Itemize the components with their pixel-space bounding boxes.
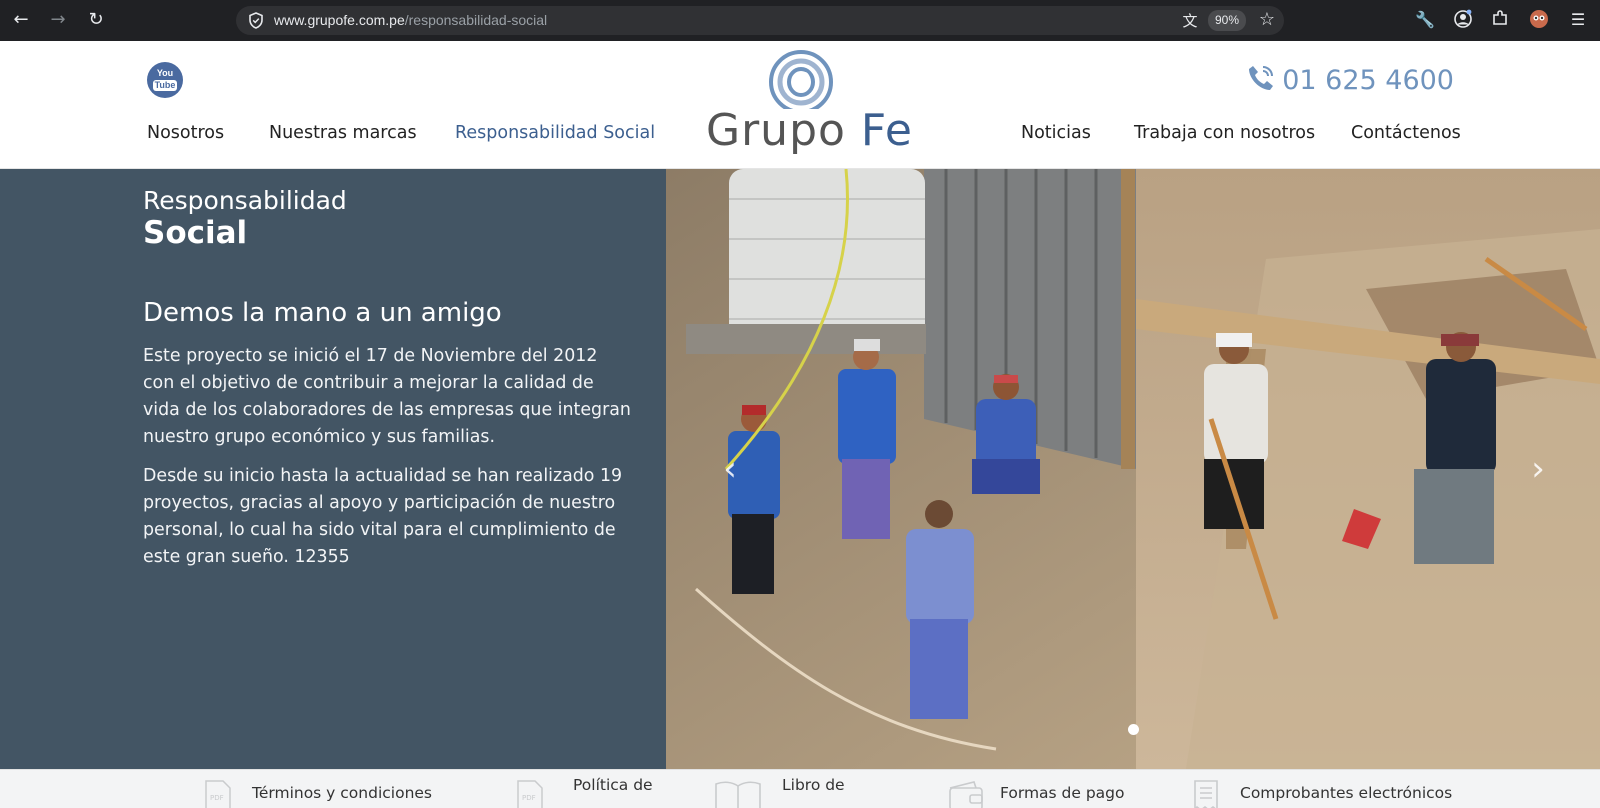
grupo-fe-logo[interactable]: Grupo Fe [706, 49, 913, 161]
browser-toolbar: ← → ↻ www.grupofe.com.pe/responsabilidad… [0, 0, 1600, 41]
receipt-icon [1194, 780, 1218, 808]
footer-politica-label: Política de [573, 776, 653, 794]
page-title-line2: Social [143, 215, 248, 251]
nav-trabaja-con-nosotros[interactable]: Trabaja con nosotros [1134, 123, 1315, 143]
logo-wordmark: Grupo Fe [706, 105, 913, 156]
youtube-icon-text-bottom: Tube [152, 80, 178, 91]
carousel-next-arrow[interactable]: › [1524, 451, 1552, 487]
footer-formas-pago-link[interactable]: Formas de pago [948, 770, 1128, 808]
footer-comprobantes-link[interactable]: Comprobantes electrónicos [1191, 770, 1453, 808]
extensions-puzzle-icon[interactable] [1489, 9, 1511, 31]
back-arrow-icon[interactable]: ← [9, 8, 33, 32]
paragraph-intro: Este proyecto se inició el 17 de Noviemb… [143, 346, 631, 447]
svg-text:PDF: PDF [210, 794, 224, 802]
hero-carousel[interactable]: ‹ › [666, 169, 1600, 769]
site-header: You Tube Grupo Fe 01 625 4600 Nosotros N… [0, 41, 1600, 169]
footer-links-bar: PDF Términos y condiciones PDF Política … [0, 769, 1600, 808]
youtube-icon-text-top: You [156, 68, 174, 78]
site-info-icon[interactable] [248, 12, 264, 29]
construction-workers-photo [666, 169, 1600, 769]
browser-menu-icon[interactable]: ☰ [1567, 9, 1589, 31]
avatar-icon[interactable] [1528, 9, 1550, 31]
nav-responsabilidad-social[interactable]: Responsabilidad Social [455, 123, 655, 143]
nav-contactenos[interactable]: Contáctenos [1351, 123, 1461, 143]
url-text: www.grupofe.com.pe/responsabilidad-socia… [274, 12, 548, 28]
nav-nosotros[interactable]: Nosotros [147, 123, 224, 143]
youtube-icon[interactable]: You Tube [147, 62, 183, 98]
carousel-prev-arrow[interactable]: ‹ [716, 451, 744, 487]
logo-swirl-icon [769, 50, 833, 109]
footer-politica-link[interactable]: PDF Política de [515, 770, 675, 808]
wallet-icon [949, 781, 983, 808]
pdf-document-icon: PDF [205, 780, 231, 808]
paragraph-projects: Desde su inicio hasta la actualidad se h… [143, 466, 623, 567]
phone-number[interactable]: 01 625 4600 [1246, 63, 1454, 99]
pdf-document-icon: PDF [517, 780, 543, 808]
wrench-icon[interactable]: 🔧 [1414, 9, 1436, 31]
footer-comprobantes-label: Comprobantes electrónicos [1240, 784, 1453, 802]
section-heading: Demos la mano a un amigo [143, 298, 502, 328]
open-book-icon [715, 781, 761, 808]
phone-icon [1249, 66, 1274, 90]
footer-libro-link[interactable]: Libro de [714, 770, 884, 808]
svg-text:PDF: PDF [522, 794, 536, 802]
nav-nuestras-marcas[interactable]: Nuestras marcas [269, 123, 417, 143]
zoom-badge[interactable]: 90% [1208, 10, 1246, 31]
nav-noticias[interactable]: Noticias [1021, 123, 1091, 143]
profile-icon[interactable] [1452, 9, 1474, 31]
content-panel: Responsabilidad Social Demos la mano a u… [0, 169, 666, 769]
address-bar[interactable]: www.grupofe.com.pe/responsabilidad-socia… [236, 6, 1284, 35]
footer-formas-pago-label: Formas de pago [1000, 784, 1125, 802]
footer-libro-label: Libro de [782, 776, 845, 794]
footer-terminos-label: Términos y condiciones [252, 784, 433, 802]
bookmark-star-icon[interactable]: ☆ [1256, 9, 1278, 31]
forward-arrow-icon[interactable]: → [46, 8, 70, 32]
page-title-line1: Responsabilidad [143, 186, 347, 215]
translate-icon[interactable]: 文 [1180, 11, 1200, 31]
reload-icon[interactable]: ↻ [84, 8, 108, 32]
footer-terminos-link[interactable]: PDF Términos y condiciones [203, 770, 432, 808]
carousel-indicator-dot[interactable] [1128, 724, 1139, 735]
